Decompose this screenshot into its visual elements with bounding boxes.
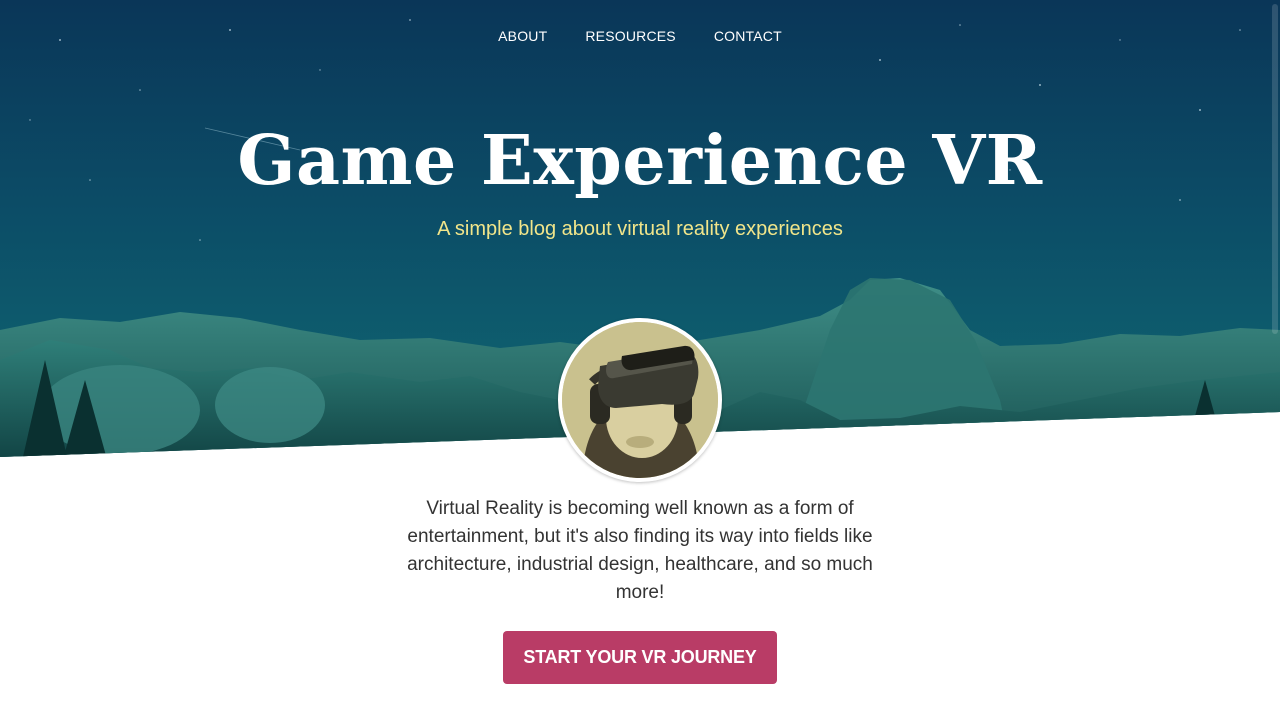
site-title: Game Experience VR (237, 121, 1043, 201)
nav-link-about[interactable]: ABOUT (498, 27, 547, 45)
avatar-vr-headset-image (558, 318, 722, 482)
intro-text: Virtual Reality is becoming well known a… (407, 498, 873, 603)
nav-link-resources[interactable]: RESOURCES (585, 27, 675, 45)
site-subtitle: A simple blog about virtual reality expe… (437, 218, 843, 240)
start-vr-journey-button[interactable]: START YOUR VR JOURNEY (503, 631, 777, 684)
nav-link-contact[interactable]: CONTACT (714, 27, 782, 45)
scrollbar[interactable] (1272, 4, 1278, 334)
main-nav: ABOUT RESOURCES CONTACT (0, 27, 1280, 45)
page: ABOUT RESOURCES CONTACT Game Experience … (0, 0, 1280, 720)
